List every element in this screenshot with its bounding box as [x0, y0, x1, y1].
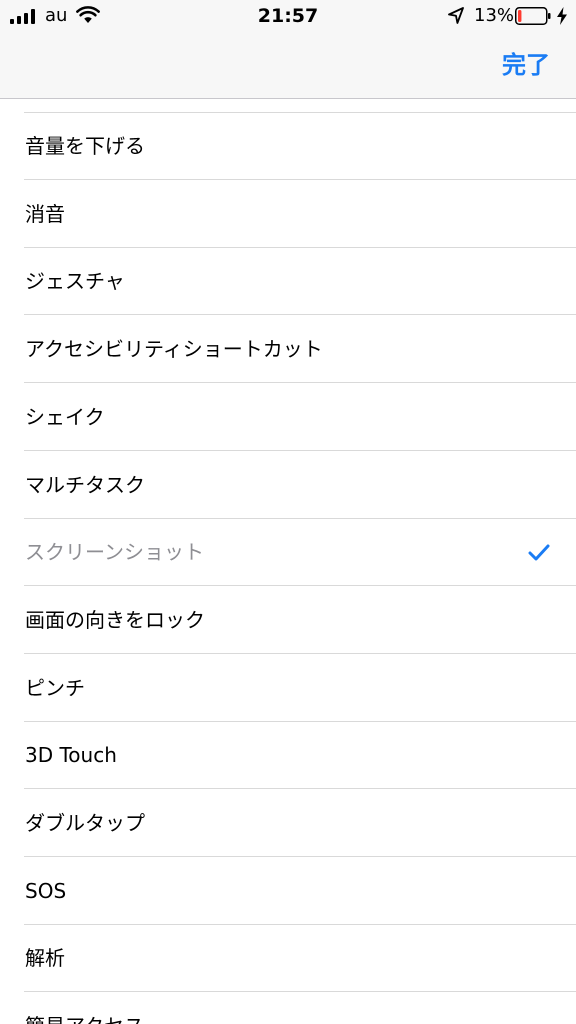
charging-bolt-icon: [557, 7, 567, 25]
list-item-label: 解析: [25, 946, 65, 971]
list-item-label: 画面の向きをロック: [25, 607, 205, 632]
list-item[interactable]: 解析: [0, 925, 576, 993]
battery-percentage: 13%: [474, 5, 515, 26]
list-item[interactable]: 簡易アクセス: [0, 993, 576, 1024]
list-item-label: ダブルタップ: [25, 811, 145, 835]
list-item[interactable]: 3D Touch: [0, 722, 576, 790]
list-item[interactable]: SOS: [0, 858, 576, 925]
list-item-label: アクセシビリティショートカット: [25, 337, 323, 362]
list-item[interactable]: シェイク: [0, 384, 576, 451]
list-item-label: 簡易アクセス: [25, 993, 144, 1024]
list-item-label: 音量を下げる: [25, 134, 145, 158]
screen: au 21:57 13% 完了 音量を下げる消音ジェスチャアクセシビリティ: [0, 0, 576, 1024]
list-item[interactable]: アクセシビリティショートカット: [0, 316, 576, 384]
checkmark-icon: [528, 544, 550, 561]
battery-icon: [515, 7, 551, 25]
list-item[interactable]: 画面の向きをロック: [0, 587, 576, 654]
list-item[interactable]: 音量を下げる: [0, 113, 576, 180]
list-item[interactable]: 消音: [0, 181, 576, 248]
list-item-label: ジェスチャ: [25, 269, 125, 294]
status-bar: au 21:57 13%: [0, 0, 576, 32]
list-item[interactable]: スクリーンショット: [0, 519, 576, 587]
list-item-label: マルチタスク: [25, 472, 145, 497]
list-item-label: SOS: [25, 878, 67, 903]
list-item-label: 3D Touch: [25, 743, 117, 768]
list-item-label: シェイク: [25, 404, 105, 429]
header: au 21:57 13% 完了: [0, 0, 576, 99]
list-item[interactable]: ジェスチャ: [0, 248, 576, 316]
location-icon: [448, 7, 464, 24]
done-button[interactable]: 完了: [502, 50, 550, 80]
list-item-label: ピンチ: [25, 675, 85, 700]
list-item[interactable]: ダブルタップ: [0, 790, 576, 857]
list-item-label: 消音: [25, 201, 65, 226]
list-item-label: スクリーンショット: [25, 540, 204, 565]
list-item[interactable]: ピンチ: [0, 655, 576, 722]
list-item[interactable]: マルチタスク: [0, 452, 576, 519]
